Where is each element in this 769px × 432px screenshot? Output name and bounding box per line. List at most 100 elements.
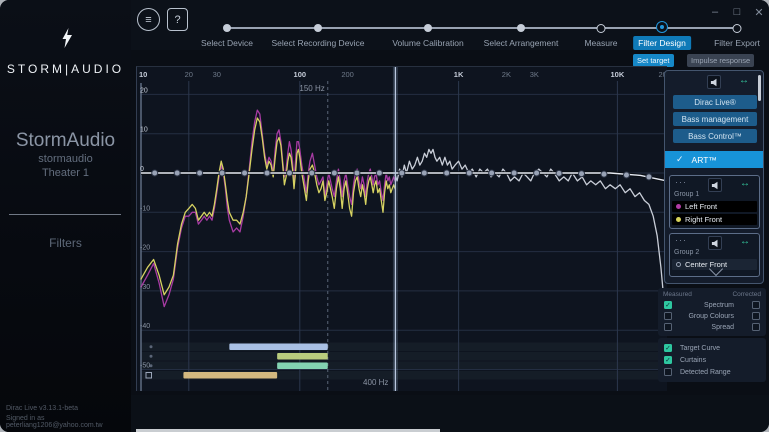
drag-handle-icon[interactable]: ··· bbox=[675, 177, 687, 187]
target-handle[interactable] bbox=[151, 169, 159, 177]
step-dot-select-arrangement[interactable] bbox=[517, 24, 525, 32]
target-handle[interactable] bbox=[420, 169, 428, 177]
route-arrows-icon[interactable]: ↔ bbox=[740, 178, 750, 189]
route-arrows-icon[interactable]: ↔ bbox=[740, 236, 750, 247]
target-handle[interactable] bbox=[375, 169, 383, 177]
step-dot-filter-export[interactable] bbox=[732, 24, 742, 33]
target-handle[interactable] bbox=[308, 169, 316, 177]
route-arrows-icon[interactable]: ↔ bbox=[739, 75, 749, 86]
step-dot-select-recording-device[interactable] bbox=[314, 24, 322, 32]
brand-logo: STORM|AUDIO bbox=[6, 62, 125, 76]
step-dot-filter-design[interactable] bbox=[656, 21, 668, 33]
speaker-icon[interactable] bbox=[708, 236, 722, 250]
menu-icon[interactable]: ≡ bbox=[137, 8, 160, 31]
tab-dirac-live[interactable]: Dirac Live® bbox=[673, 95, 757, 109]
target-handle[interactable] bbox=[578, 170, 586, 178]
y-tick-label: -10 bbox=[140, 205, 150, 212]
channel-color-dot bbox=[676, 262, 681, 267]
sidebar-item-filters[interactable]: Filters bbox=[0, 236, 131, 250]
corrected-checkbox-spectrum[interactable] bbox=[752, 301, 760, 309]
target-handle[interactable] bbox=[488, 169, 496, 177]
channel-label: Right Front bbox=[685, 214, 723, 224]
tab-impulse-response[interactable]: Impulse response bbox=[687, 54, 755, 67]
step-dot-select-device[interactable] bbox=[223, 24, 231, 32]
help-icon[interactable]: ? bbox=[167, 8, 188, 31]
frequency-response-chart[interactable]: 1020301002001K2K3K10K20K20100-10-20-30-4… bbox=[136, 66, 672, 391]
target-handle[interactable] bbox=[196, 169, 204, 177]
bar-row-strip bbox=[141, 361, 667, 370]
tab-bass-control[interactable]: Bass Control™ bbox=[673, 129, 757, 143]
checkbox-curtains[interactable]: ✓ bbox=[664, 356, 672, 364]
display-row-spectrum: ✓ Spectrum bbox=[658, 300, 766, 310]
target-handle[interactable] bbox=[263, 169, 271, 177]
corrected-checkbox-spread[interactable] bbox=[752, 323, 760, 331]
corrected-checkbox-group-colours[interactable] bbox=[752, 312, 760, 320]
speaker-icon[interactable] bbox=[707, 75, 721, 89]
range-bar[interactable] bbox=[183, 372, 278, 379]
target-handle[interactable] bbox=[353, 169, 361, 177]
checkbox-detected-range[interactable] bbox=[664, 368, 672, 376]
minimize-icon[interactable]: – bbox=[707, 6, 723, 18]
bar-row-strip bbox=[141, 352, 667, 361]
device-subtitle: stormaudio bbox=[38, 153, 93, 165]
range-bar[interactable] bbox=[277, 353, 328, 360]
x-tick-label: 1K bbox=[454, 70, 464, 79]
step-select-recording-device[interactable]: Select Recording Device bbox=[271, 38, 364, 48]
measured-checkbox-spectrum[interactable]: ✓ bbox=[664, 301, 672, 309]
device-title: StormAudio bbox=[15, 130, 116, 151]
y-tick-label: 10 bbox=[140, 127, 148, 134]
target-handle[interactable] bbox=[173, 169, 181, 177]
group-name: Group 2 bbox=[674, 249, 700, 256]
panel-scrollbar[interactable] bbox=[757, 75, 761, 101]
target-handle[interactable] bbox=[285, 169, 293, 177]
target-handle[interactable] bbox=[241, 169, 249, 177]
step-volume-calibration[interactable]: Volume Calibration bbox=[392, 38, 463, 48]
step-filter-export[interactable]: Filter Export bbox=[714, 38, 760, 48]
top-bar: ≡ ? – □ ✕ Select Device Select Recording … bbox=[131, 0, 769, 50]
maximize-icon[interactable]: □ bbox=[729, 6, 745, 18]
target-handle[interactable] bbox=[533, 169, 541, 177]
app-window: STORM|AUDIO StormAudio stormaudio Theate… bbox=[0, 0, 769, 432]
target-handle[interactable] bbox=[398, 169, 406, 177]
close-icon[interactable]: ✕ bbox=[751, 6, 767, 19]
step-measure[interactable]: Measure bbox=[584, 38, 617, 48]
drag-handle-icon[interactable]: ··· bbox=[675, 235, 687, 245]
target-handle[interactable] bbox=[622, 171, 630, 179]
channel-right-front[interactable]: Right Front bbox=[672, 213, 757, 225]
sidebar: STORM|AUDIO StormAudio stormaudio Theate… bbox=[0, 0, 131, 432]
target-handle[interactable] bbox=[443, 169, 451, 177]
channel-left-front[interactable]: Left Front bbox=[672, 201, 757, 212]
target-handle[interactable] bbox=[645, 173, 653, 181]
display-row-label: Spread bbox=[711, 323, 734, 331]
measured-checkbox-spread[interactable] bbox=[664, 323, 672, 331]
range-bar[interactable] bbox=[229, 343, 328, 351]
step-select-arrangement[interactable]: Select Arrangement bbox=[484, 38, 559, 48]
measured-checkbox-group-colours[interactable] bbox=[664, 312, 672, 320]
tab-bass-management[interactable]: Bass management bbox=[673, 112, 757, 126]
sidebar-divider bbox=[9, 214, 121, 215]
target-handle[interactable] bbox=[330, 169, 338, 177]
step-dot-measure[interactable] bbox=[596, 24, 606, 33]
target-handle[interactable] bbox=[218, 169, 226, 177]
art-tab[interactable]: ✓ ART™ bbox=[665, 151, 763, 168]
target-handle[interactable] bbox=[465, 169, 473, 177]
channel-color-dot bbox=[676, 204, 681, 209]
target-handle[interactable] bbox=[510, 169, 518, 177]
channel-label: Left Front bbox=[685, 202, 718, 211]
target-handle[interactable] bbox=[600, 170, 608, 178]
range-bar[interactable] bbox=[277, 362, 328, 370]
step-select-device[interactable]: Select Device bbox=[201, 38, 253, 48]
checkbox-target-curve[interactable]: ✓ bbox=[664, 344, 672, 352]
step-dot-volume-calibration[interactable] bbox=[424, 24, 432, 32]
step-filter-design[interactable]: Filter Design bbox=[633, 36, 691, 50]
x-tick-label: 20 bbox=[185, 70, 193, 79]
display-row-group-colours: Group Colours bbox=[658, 311, 766, 321]
x-tick-label: 3K bbox=[530, 70, 539, 79]
curtain-400hz-label: 400 Hz bbox=[363, 378, 388, 387]
bar-row-marker bbox=[149, 354, 153, 358]
target-handle[interactable] bbox=[555, 169, 563, 177]
curve-right-front-measured bbox=[140, 117, 396, 296]
speaker-icon[interactable] bbox=[708, 178, 722, 192]
overlay-row-detected-range: Detected Range bbox=[658, 367, 766, 377]
y-tick-label: -30 bbox=[140, 284, 150, 291]
